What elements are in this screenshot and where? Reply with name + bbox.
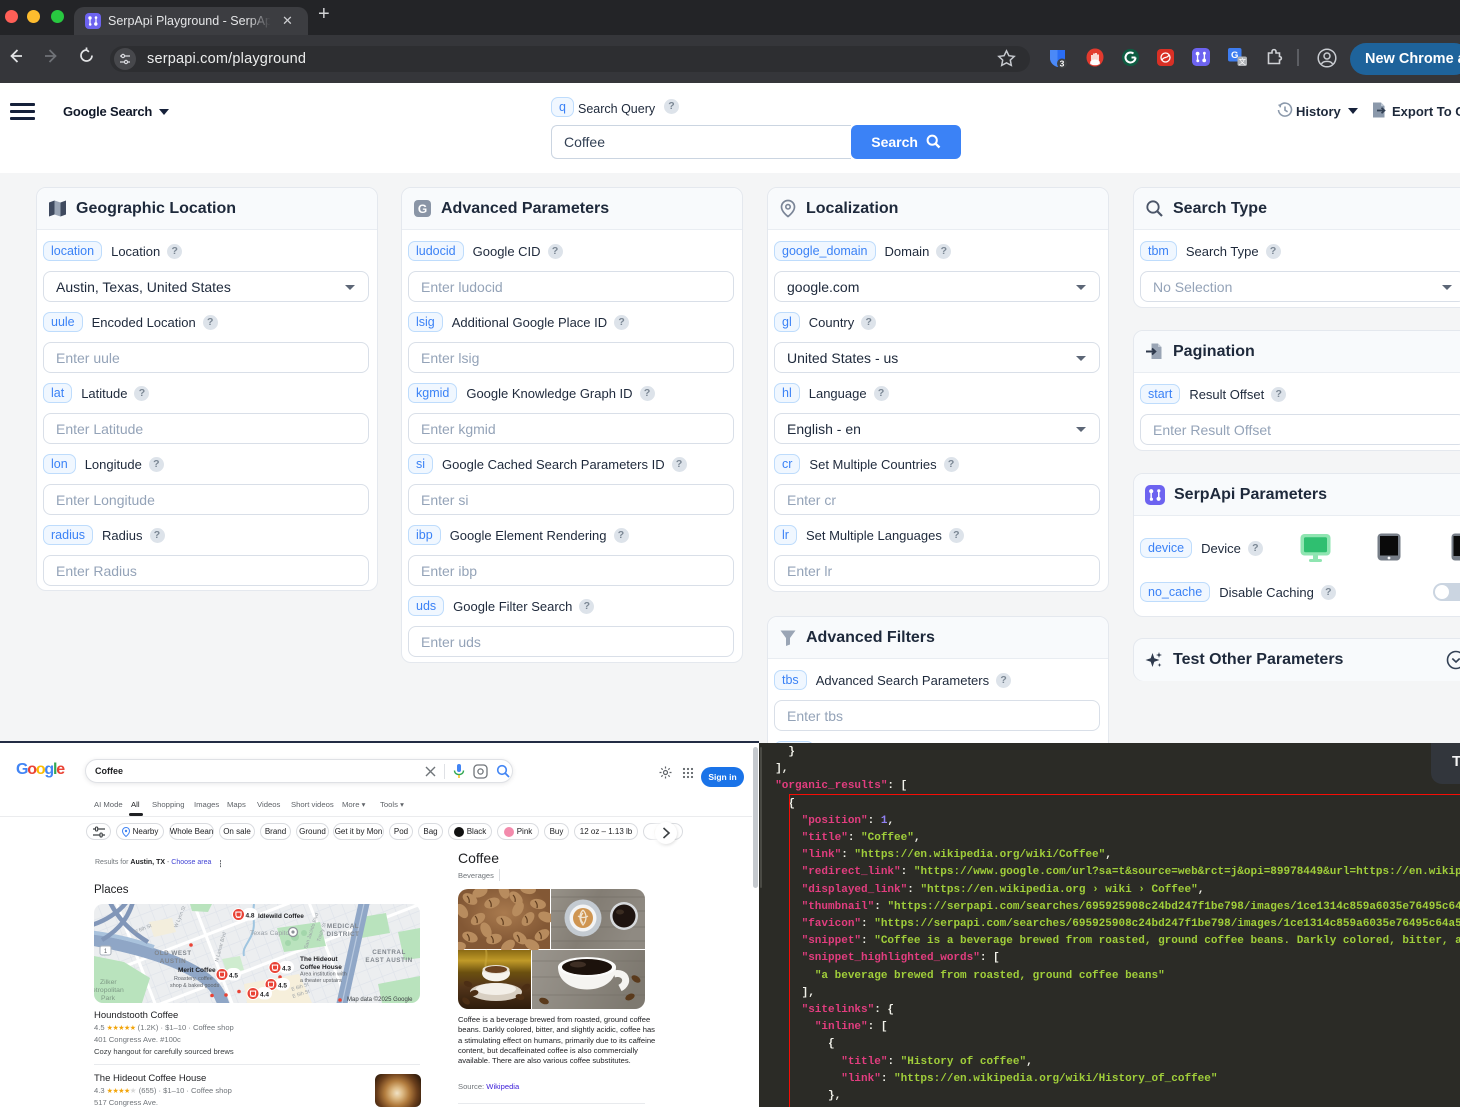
svg-text:CENTRAL: CENTRAL xyxy=(372,949,406,956)
svg-text:shop & baked goods: shop & baked goods xyxy=(170,983,219,989)
svg-text:4.8: 4.8 xyxy=(245,913,254,920)
svg-text:Idlewild Coffee: Idlewild Coffee xyxy=(258,913,304,920)
svg-text:4.5: 4.5 xyxy=(229,973,238,980)
svg-text:Coffee House: Coffee House xyxy=(300,964,342,971)
svg-text:Merit Coffee: Merit Coffee xyxy=(178,967,216,974)
svg-text:a theater upstairs: a theater upstairs xyxy=(300,978,342,984)
svg-text:AUSTIN: AUSTIN xyxy=(160,958,186,965)
svg-text:MEDICAL: MEDICAL xyxy=(327,923,359,930)
svg-text:Map data ©2025 Google: Map data ©2025 Google xyxy=(347,996,413,1003)
svg-text:Area institution with: Area institution with xyxy=(300,972,347,978)
svg-text:4.3: 4.3 xyxy=(282,966,291,973)
svg-text:Zilker: Zilker xyxy=(100,979,117,986)
svg-text:The Hideout: The Hideout xyxy=(300,956,338,963)
svg-text:4.5: 4.5 xyxy=(278,983,287,990)
svg-text:Roastery, coffee: Roastery, coffee xyxy=(174,976,213,982)
svg-text:Texas Capitol: Texas Capitol xyxy=(250,930,291,937)
svg-text:etropolitan: etropolitan xyxy=(94,987,124,994)
svg-text:DISTRICT: DISTRICT xyxy=(326,931,359,938)
svg-text:4.4: 4.4 xyxy=(260,992,269,999)
svg-text:EAST AUSTIN: EAST AUSTIN xyxy=(365,957,412,964)
svg-text:OLD WEST: OLD WEST xyxy=(154,950,191,957)
svg-text:Park: Park xyxy=(101,995,116,1002)
